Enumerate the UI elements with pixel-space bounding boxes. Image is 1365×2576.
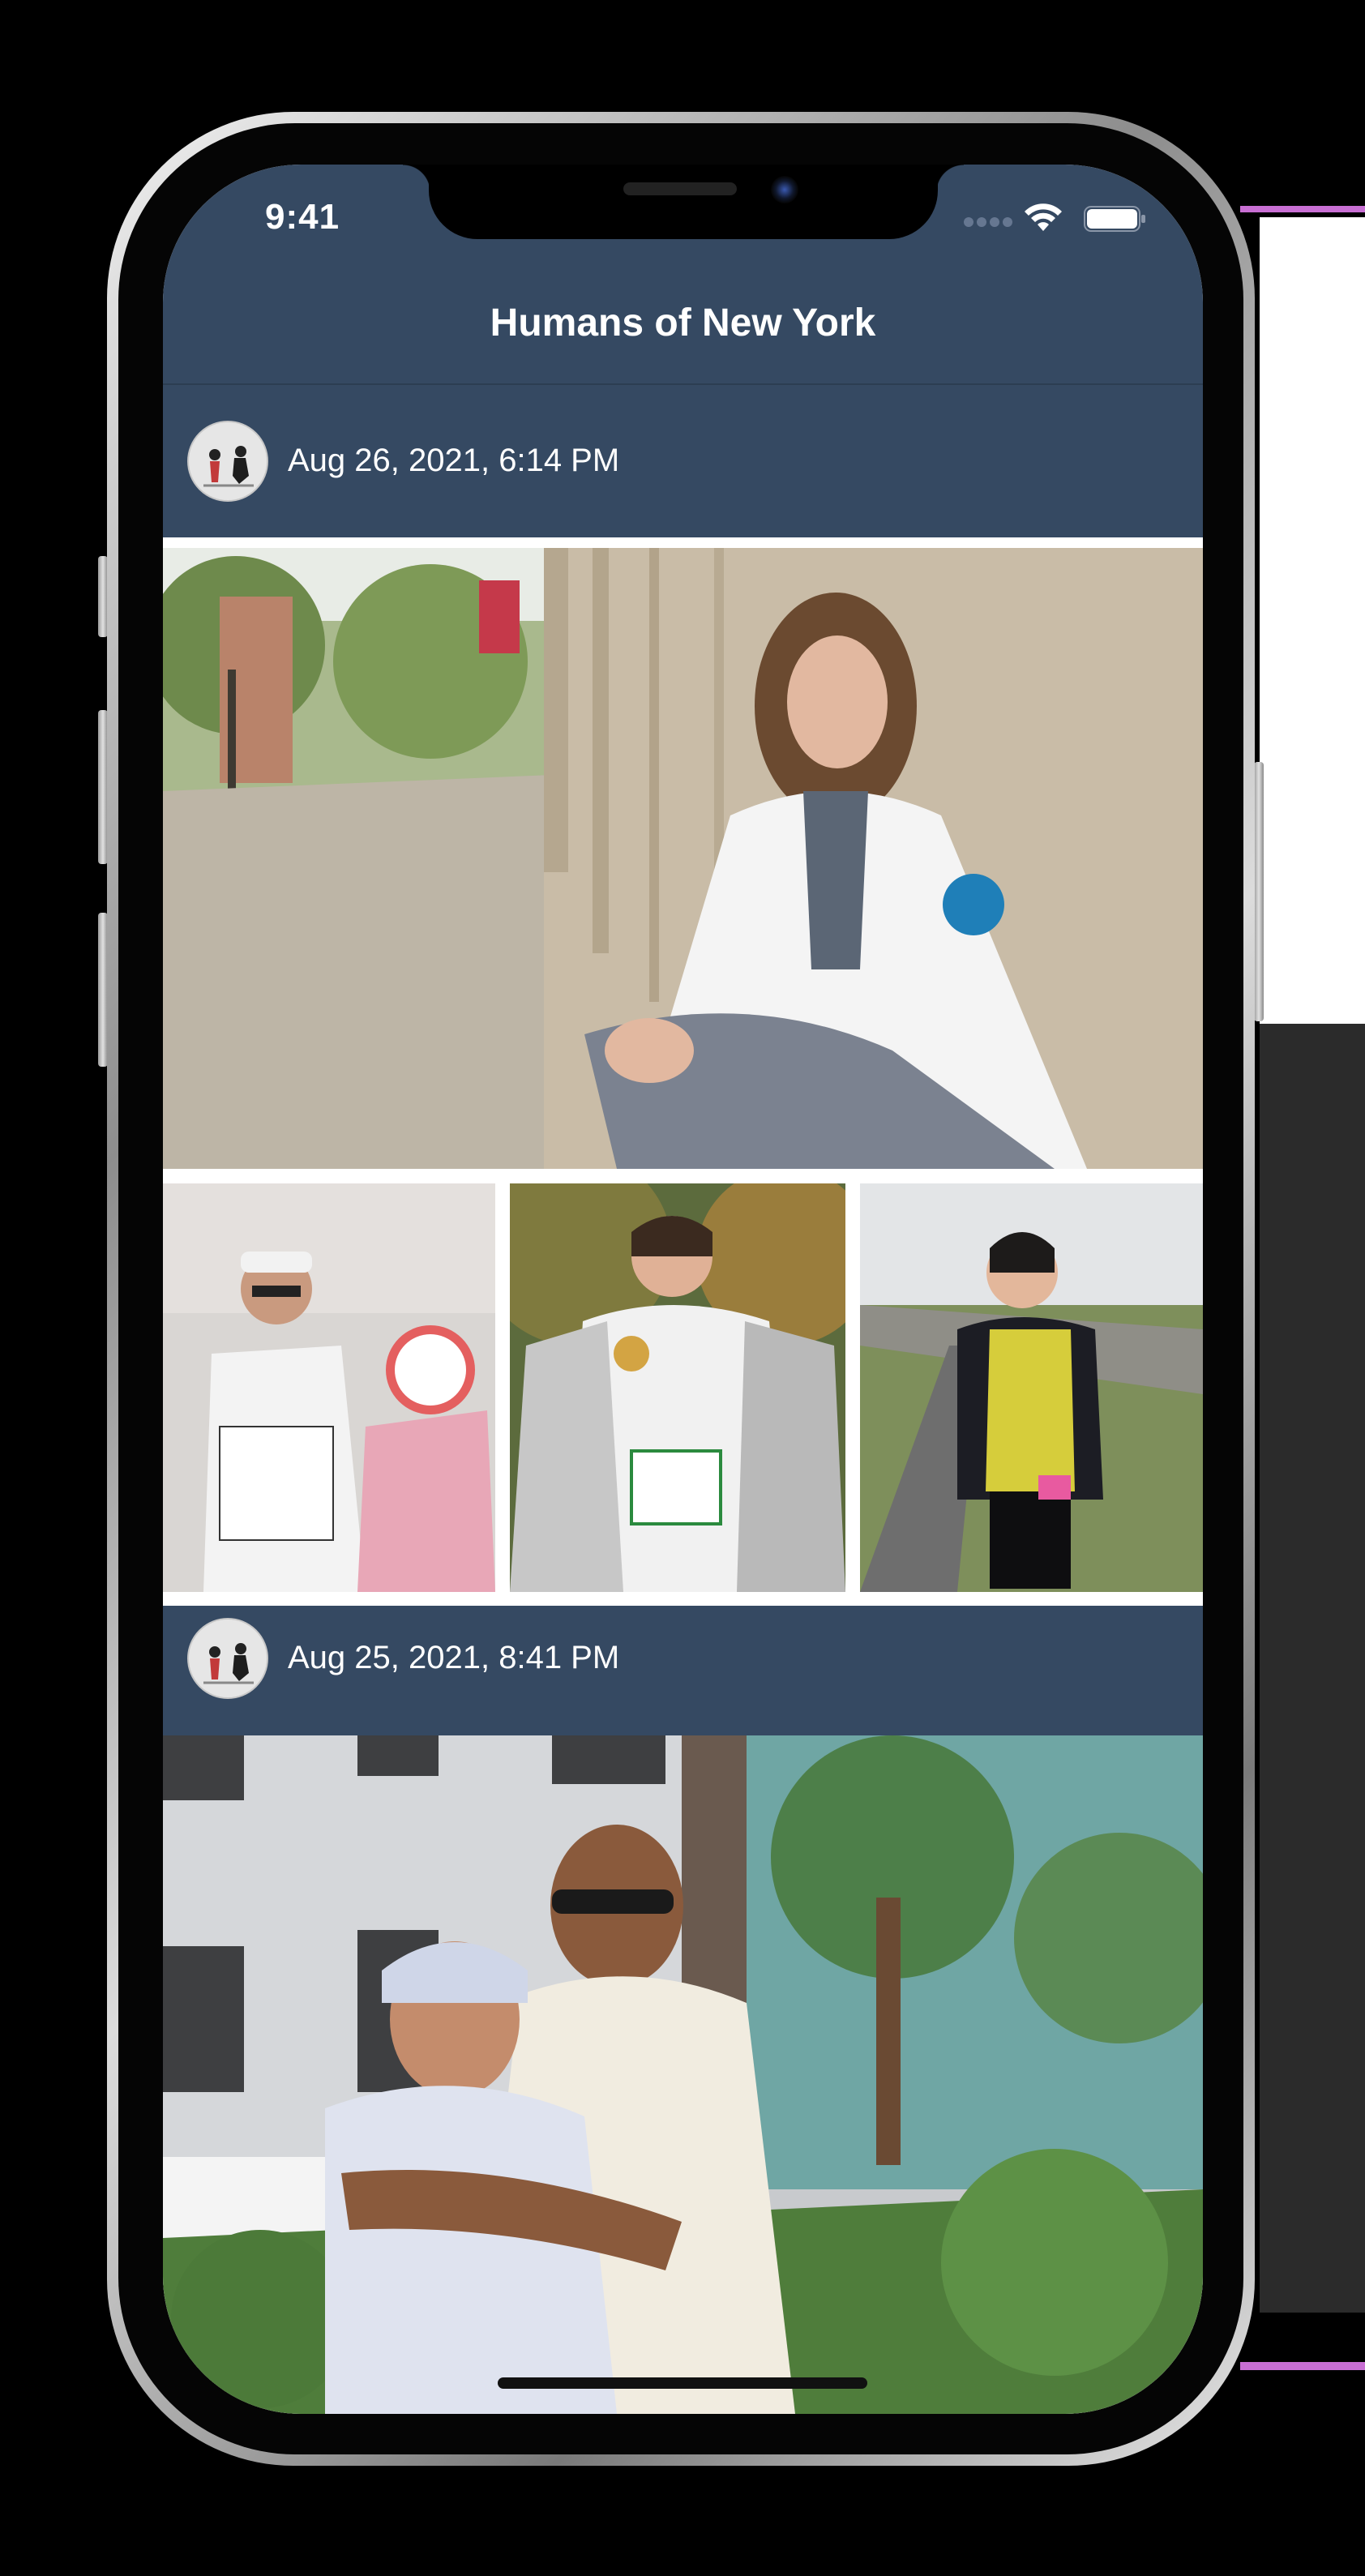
post-photo[interactable] (163, 548, 1203, 1169)
page-title: Humans of New York (490, 302, 876, 344)
status-time: 9:41 (265, 197, 340, 237)
background-panel-white (1260, 217, 1365, 1024)
wifi-icon (1022, 200, 1064, 233)
post-date: Aug 26, 2021, 6:14 PM (288, 443, 620, 478)
background-accent-pink-bottom (1240, 2362, 1365, 2370)
post-photo[interactable] (163, 1735, 1203, 2414)
background-accent-pink (1240, 206, 1365, 212)
post-date: Aug 25, 2021, 8:41 PM (288, 1640, 620, 1675)
speaker-grille (623, 182, 737, 195)
background-panel-grey (1260, 1024, 1365, 2313)
home-indicator (498, 2377, 867, 2389)
phone-screen: 9:41 Humans of New York Aug 26, 2021, 6:… (163, 165, 1203, 2414)
avatar[interactable] (187, 1618, 268, 1699)
signal-icon (964, 216, 1016, 228)
power-button (1254, 762, 1264, 1021)
notch-corner (403, 165, 430, 192)
notch-corner (936, 165, 964, 192)
front-camera (771, 176, 798, 203)
post-photo[interactable] (510, 1183, 845, 1592)
notch (429, 165, 938, 239)
post-photo[interactable] (163, 1183, 495, 1592)
avatar[interactable] (187, 421, 268, 502)
post-photo[interactable] (860, 1183, 1203, 1592)
battery-icon (1084, 205, 1147, 233)
